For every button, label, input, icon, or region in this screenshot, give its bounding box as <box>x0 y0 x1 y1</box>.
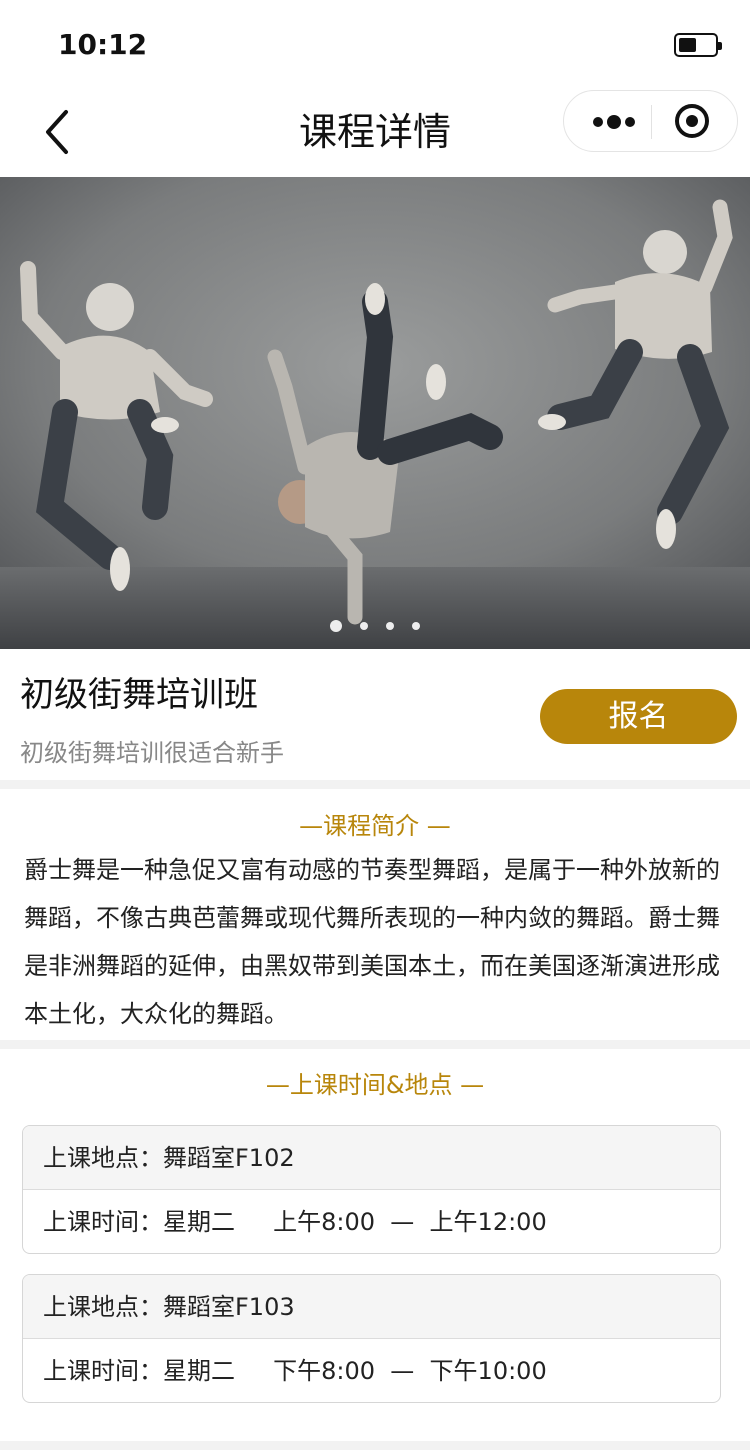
more-dots-icon <box>593 115 635 129</box>
signup-button[interactable]: 报名 <box>540 689 737 744</box>
carousel-dot[interactable] <box>330 620 342 632</box>
carousel-dot[interactable] <box>412 622 420 630</box>
carousel-dot[interactable] <box>360 622 368 630</box>
intro-text: 爵士舞是一种急促又富有动感的节奏型舞蹈，是属于一种外放新的舞蹈，不像古典芭蕾舞或… <box>24 856 720 1028</box>
mini-program-capsule <box>563 90 738 152</box>
schedule-location: 上课地点：舞蹈室F102 <box>23 1126 720 1190</box>
carousel-indicator <box>0 620 750 632</box>
schedule-location: 上课地点：舞蹈室F103 <box>23 1275 720 1339</box>
target-icon <box>675 104 709 138</box>
section-divider <box>0 1040 750 1049</box>
intro-heading: —课程简介 — <box>299 812 451 840</box>
course-subtitle: 初级街舞培训很适合新手 <box>20 739 284 767</box>
battery-icon <box>674 33 722 57</box>
nav-bar: 课程详情 <box>0 88 750 176</box>
schedule-card: 上课地点：舞蹈室F103 上课时间：星期二 下午8:00 — 下午10:00 <box>22 1274 721 1403</box>
course-header: 初级街舞培训班 初级街舞培训很适合新手 报名 <box>0 649 750 780</box>
close-miniprogram-button[interactable] <box>664 91 724 153</box>
schedule-card: 上课地点：舞蹈室F102 上课时间：星期二 上午8:00 — 上午12:00 <box>22 1125 721 1254</box>
status-time: 10:12 <box>58 28 148 61</box>
course-title: 初级街舞培训班 <box>20 675 258 715</box>
banner-carousel[interactable] <box>0 177 750 649</box>
capsule-divider <box>651 105 652 139</box>
schedule-time: 上课时间：星期二 下午8:00 — 下午10:00 <box>43 1357 547 1385</box>
carousel-dot[interactable] <box>386 622 394 630</box>
schedule-heading: —上课时间&地点 — <box>265 1071 485 1099</box>
status-bar: 10:12 <box>0 0 750 88</box>
section-divider <box>0 780 750 789</box>
banner-image <box>0 177 750 649</box>
schedule-time: 上课时间：星期二 上午8:00 — 上午12:00 <box>43 1208 547 1236</box>
section-divider <box>0 1441 750 1450</box>
more-button[interactable] <box>584 91 644 153</box>
